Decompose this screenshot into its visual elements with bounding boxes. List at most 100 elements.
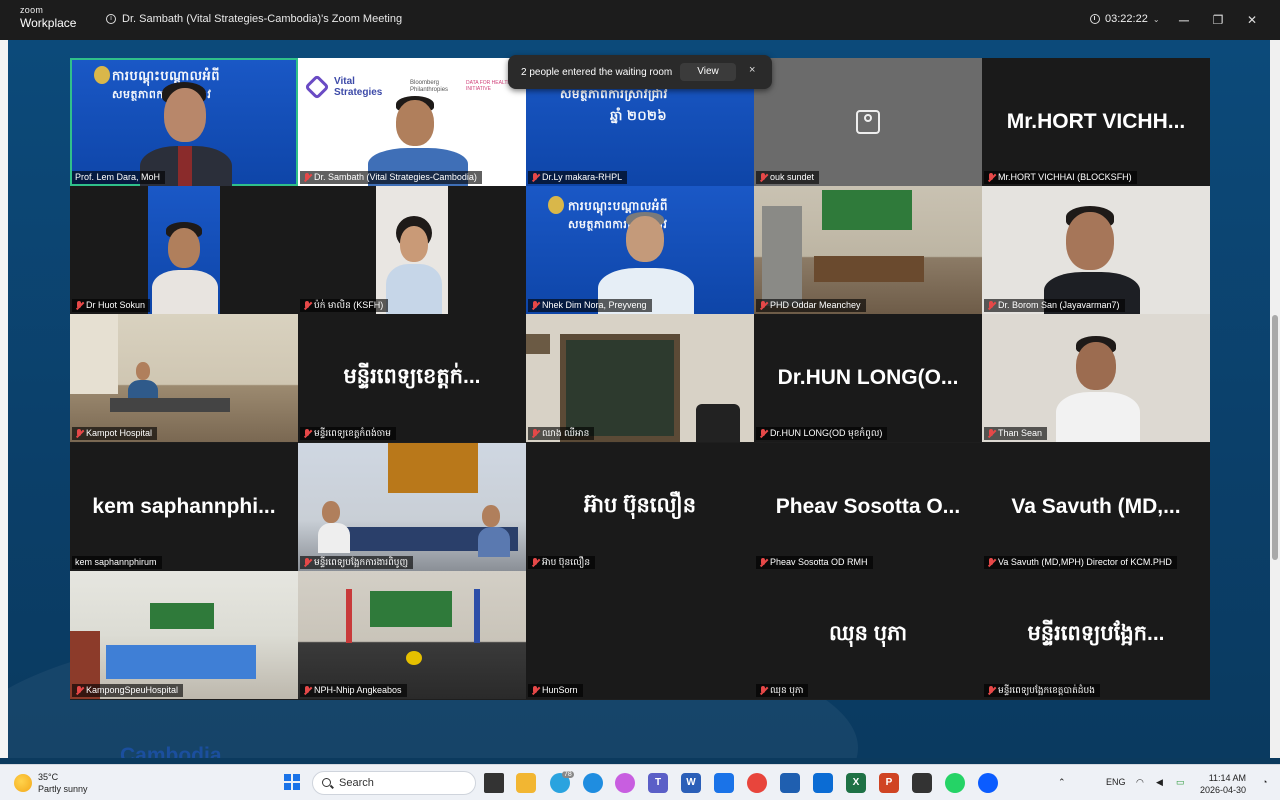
participant-name-label: ឈាង ឈីអាន <box>528 427 595 440</box>
sun-icon <box>14 774 32 792</box>
timer-text: 03:22:22 <box>1105 13 1148 25</box>
muted-mic-icon <box>531 557 539 568</box>
participant-video <box>696 404 740 442</box>
video-tile[interactable]: មន្ទីរពេទ្យខេត្តក់... មន្ទីរពេទ្យខេត្តកំ… <box>298 314 526 442</box>
mail-icon[interactable] <box>813 773 833 793</box>
task-view-icon[interactable] <box>484 773 504 793</box>
muted-mic-icon <box>303 172 311 183</box>
participant-video <box>474 589 480 643</box>
minimize-button[interactable]: ─ <box>1174 10 1194 30</box>
video-tile[interactable]: ប៉ក់ មាលិន (KSFH) <box>298 186 526 314</box>
meeting-title[interactable]: i Dr. Sambath (Vital Strategies-Cambodia… <box>106 13 402 25</box>
video-tile[interactable]: HunSorn <box>526 571 754 699</box>
participant-name-label: Nhek Dim Nora, Preyveng <box>528 299 652 312</box>
edge-icon[interactable] <box>583 773 603 793</box>
muted-mic-icon <box>531 172 539 183</box>
participant-name-label: Dr Huot Sokun <box>72 299 151 312</box>
bloomberg-logo: Bloomberg Philanthropies <box>410 80 449 93</box>
video-tile[interactable]: អ៊ាប ប៊ុនលឿន អ៊ាប ប៊ុនលឿន <box>526 443 754 571</box>
video-tile[interactable]: Kampot Hospital <box>70 314 298 442</box>
chevron-down-icon[interactable]: ⌄ <box>1153 15 1160 24</box>
video-tile[interactable]: KampongSpeuHospital <box>70 571 298 699</box>
view-waiting-room-button[interactable]: View <box>680 63 736 81</box>
video-tile[interactable]: ouk sundet <box>754 58 982 186</box>
maximize-button[interactable]: ❐ <box>1208 10 1228 30</box>
participant-video <box>370 591 452 627</box>
search-placeholder: Search <box>339 777 374 789</box>
participant-video <box>822 190 912 230</box>
file-explorer-icon[interactable] <box>516 773 536 793</box>
video-tile[interactable]: Dr Huot Sokun <box>70 186 298 314</box>
volume-icon[interactable]: ◀ <box>1156 777 1163 788</box>
chevron-up-icon[interactable]: ⌃ <box>1058 777 1066 788</box>
calculator-icon[interactable] <box>912 773 932 793</box>
participant-display-name: Mr.HORT VICHH... <box>1006 110 1186 133</box>
close-icon[interactable]: × <box>749 64 755 76</box>
participant-name-label: KampongSpeuHospital <box>72 684 184 697</box>
participant-name-label: ប៉ក់ មាលិន (KSFH) <box>300 299 389 312</box>
video-tile[interactable]: NPH-Nhip Angkeabos <box>298 571 526 699</box>
weather-text: Partly sunny <box>38 784 88 794</box>
participant-display-name: ឈុន បុភា <box>828 621 908 645</box>
meeting-timer[interactable]: 03:22:22 ⌄ <box>1090 13 1160 25</box>
video-tile[interactable]: ឈាង ឈីអាន <box>526 314 754 442</box>
video-tile[interactable]: ការបណ្តុះបណ្តាលអំពី សមត្ថភាពការស្រាវជ្រា… <box>526 186 754 314</box>
teams-icon[interactable]: T <box>648 773 668 793</box>
zoom-taskbar-icon[interactable] <box>978 773 998 793</box>
notification-badge: 78 <box>562 771 574 778</box>
excel-icon[interactable]: X <box>846 773 866 793</box>
clock[interactable]: 11:14 AM 2026-04-30 <box>1200 772 1246 796</box>
notification-bell-icon[interactable]: ◔ <box>1262 777 1267 787</box>
info-icon[interactable]: i <box>106 14 116 24</box>
participant-name-label: Dr. Sambath (Vital Strategies-Cambodia) <box>300 171 482 184</box>
video-tile[interactable]: Vital Strategies Bloomberg Philanthropie… <box>298 58 526 186</box>
participant-name-label: Va Savuth (MD,MPH) Director of KCM.PHD <box>984 556 1177 569</box>
video-tile[interactable]: Than Sean <box>982 314 1210 442</box>
close-window-button[interactable]: ✕ <box>1242 10 1262 30</box>
clock-icon <box>1090 14 1100 24</box>
powerpoint-icon[interactable]: P <box>879 773 899 793</box>
participant-display-name: kem saphannphi... <box>92 495 276 518</box>
video-tile[interactable]: kem saphannphi... kem saphannphirum <box>70 443 298 571</box>
windows-start-icon[interactable] <box>284 774 300 790</box>
participant-name-label: Prof. Lem Dara, MoH <box>72 171 166 184</box>
muted-mic-icon <box>531 300 539 311</box>
title-bar: zoom Workplace i Dr. Sambath (Vital Stra… <box>0 0 1280 40</box>
taskbar-search[interactable]: Search <box>312 771 476 795</box>
video-tile[interactable]: Dr.HUN LONG(O... Dr.HUN LONG(OD មុខកំពូល… <box>754 314 982 442</box>
whatsapp-icon[interactable] <box>945 773 965 793</box>
participant-display-name: Pheav Sosotta O... <box>775 495 961 518</box>
video-tile[interactable]: Dr. Borom San (Jayavarman7) <box>982 186 1210 314</box>
scrollbar-thumb[interactable] <box>1272 315 1278 560</box>
video-tile[interactable]: Va Savuth (MD,... Va Savuth (MD,MPH) Dir… <box>982 443 1210 571</box>
video-tile[interactable]: ការបណ្តុះបណ្តាលអំពី សមត្ថភាពការស្រាវជ្រា… <box>70 58 298 186</box>
outlook-icon[interactable] <box>714 773 734 793</box>
video-tile[interactable]: PHD Oddar Meanchey <box>754 186 982 314</box>
copilot-icon[interactable] <box>615 773 635 793</box>
language-indicator[interactable]: ENG <box>1106 777 1126 787</box>
participant-name-label: Dr.HUN LONG(OD មុខកំពូល) <box>756 427 888 440</box>
wifi-icon[interactable]: ◠ <box>1136 777 1144 788</box>
muted-mic-icon <box>987 300 995 311</box>
chrome-icon[interactable] <box>747 773 767 793</box>
emblem-icon <box>94 66 110 84</box>
muted-mic-icon <box>759 300 767 311</box>
participant-name-label: Dr. Borom San (Jayavarman7) <box>984 299 1125 312</box>
scrollbar[interactable] <box>1270 40 1280 758</box>
video-tile[interactable]: មន្ទីរពេទ្យបង្អែក... មន្ទីរពេទ្យបង្អែកខេ… <box>982 571 1210 699</box>
participant-name-label: អ៊ាប ប៊ុនលឿន <box>528 556 596 569</box>
muted-mic-icon <box>759 428 767 439</box>
battery-icon[interactable]: ▭ <box>1176 777 1185 788</box>
video-tile[interactable]: ឈុន បុភា ឈុន បុភា <box>754 571 982 699</box>
participant-video <box>762 206 802 306</box>
video-tile[interactable]: Mr.HORT VICHH... Mr.HORT VICHHAI (BLOCKS… <box>982 58 1210 186</box>
video-tile[interactable]: Pheav Sosotta O... Pheav Sosotta OD RMH <box>754 443 982 571</box>
avatar-person-icon <box>864 114 872 122</box>
background-text: Cambodia <box>120 744 222 758</box>
store-icon[interactable] <box>780 773 800 793</box>
search-icon <box>322 778 331 787</box>
word-icon[interactable]: W <box>681 773 701 793</box>
video-tile[interactable]: មន្ទីរពេទ្យបង្អែកការងារពិបូញ <box>298 443 526 571</box>
left-edge <box>0 40 8 758</box>
weather-widget[interactable]: 35°C Partly sunny <box>14 771 88 795</box>
